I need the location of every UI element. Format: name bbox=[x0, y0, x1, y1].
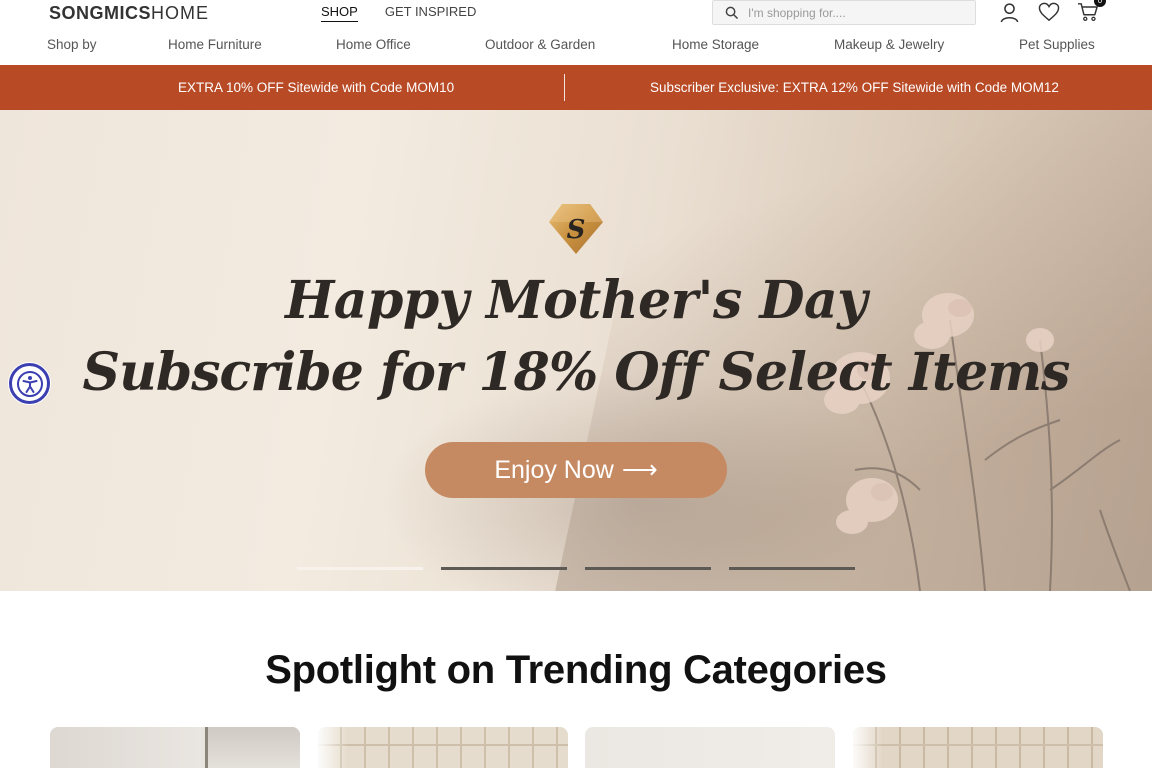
account-icon bbox=[1000, 2, 1018, 22]
slide-indicator-3[interactable] bbox=[585, 567, 711, 570]
promo-left[interactable]: EXTRA 10% OFF Sitewide with Code MOM10 bbox=[178, 80, 454, 95]
account-button[interactable] bbox=[997, 0, 1021, 24]
cart-count-badge: 0 bbox=[1094, 0, 1106, 7]
card-image bbox=[318, 744, 568, 746]
category-card-2[interactable] bbox=[318, 727, 568, 768]
cart-button[interactable]: 0 bbox=[1076, 0, 1106, 24]
slide-indicators bbox=[297, 567, 855, 570]
hero-subheading: Subscribe for 18% Off Select Items bbox=[82, 342, 1071, 403]
category-card-4[interactable] bbox=[853, 727, 1103, 768]
enjoy-now-button[interactable]: Enjoy Now ⟶ bbox=[425, 442, 727, 498]
header: SONGMICSHOME SHOP GET INSPIRED 0 bbox=[0, 0, 1152, 28]
category-outdoor-garden[interactable]: Outdoor & Garden bbox=[485, 37, 595, 52]
hero-banner[interactable]: S Happy Mother's Day Subscribe for 18% O… bbox=[0, 110, 1152, 591]
enjoy-now-label: Enjoy Now bbox=[494, 455, 614, 484]
top-nav: SHOP GET INSPIRED bbox=[321, 4, 476, 22]
hero-badge-letter: S bbox=[567, 215, 586, 245]
search-input[interactable] bbox=[748, 5, 958, 20]
category-home-furniture[interactable]: Home Furniture bbox=[168, 37, 262, 52]
promo-bar: EXTRA 10% OFF Sitewide with Code MOM10 S… bbox=[0, 65, 1152, 110]
heart-icon bbox=[1038, 2, 1060, 22]
logo-bold: SONGMICS bbox=[49, 3, 152, 23]
section-title: Spotlight on Trending Categories bbox=[265, 648, 887, 692]
category-card-1[interactable] bbox=[50, 727, 300, 768]
category-home-office[interactable]: Home Office bbox=[336, 37, 411, 52]
category-pet-supplies[interactable]: Pet Supplies bbox=[1019, 37, 1095, 52]
arrow-right-icon: ⟶ bbox=[621, 456, 658, 484]
category-makeup-jewelry[interactable]: Makeup & Jewelry bbox=[834, 37, 944, 52]
card-image-edge bbox=[853, 727, 883, 768]
hero-heading: Happy Mother's Day bbox=[285, 270, 867, 331]
category-shop-by[interactable]: Shop by bbox=[47, 37, 97, 52]
wishlist-button[interactable] bbox=[1037, 0, 1061, 24]
card-image bbox=[205, 727, 300, 768]
search-box[interactable] bbox=[712, 0, 976, 25]
accessibility-button[interactable] bbox=[9, 363, 50, 404]
accessibility-icon bbox=[16, 370, 43, 397]
card-image-edge bbox=[318, 727, 348, 768]
card-image bbox=[853, 744, 1103, 746]
logo[interactable]: SONGMICSHOME bbox=[49, 3, 209, 24]
promo-right[interactable]: Subscriber Exclusive: EXTRA 12% OFF Site… bbox=[650, 80, 1059, 95]
category-home-storage[interactable]: Home Storage bbox=[672, 37, 759, 52]
hero-brand-badge: S bbox=[549, 204, 603, 254]
category-card-3[interactable] bbox=[585, 727, 835, 768]
slide-indicator-1[interactable] bbox=[297, 567, 423, 570]
promo-divider bbox=[564, 74, 565, 101]
search-icon[interactable] bbox=[725, 6, 738, 19]
top-nav-get-inspired[interactable]: GET INSPIRED bbox=[385, 4, 477, 22]
category-nav: Shop by Home Furniture Home Office Outdo… bbox=[0, 37, 1152, 57]
logo-light: HOME bbox=[151, 3, 210, 23]
top-nav-shop[interactable]: SHOP bbox=[321, 4, 358, 22]
slide-indicator-2[interactable] bbox=[441, 567, 567, 570]
slide-indicator-4[interactable] bbox=[729, 567, 855, 570]
